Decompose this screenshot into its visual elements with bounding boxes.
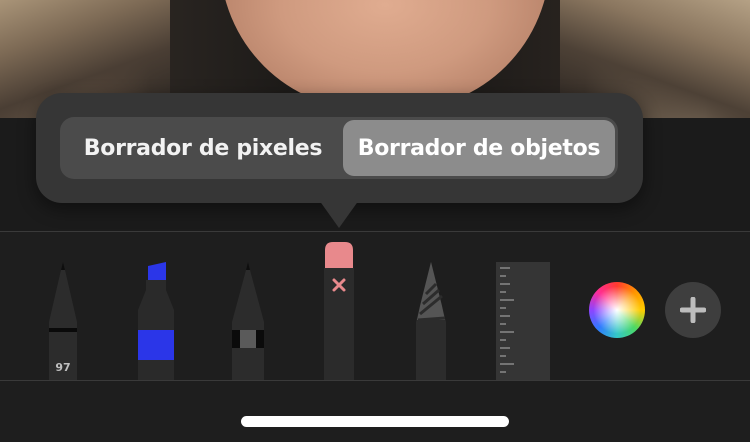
color-wheel-icon[interactable]	[589, 282, 645, 338]
eraser-icon	[324, 242, 354, 380]
object-eraser-segment[interactable]: Borrador de objetos	[343, 120, 615, 176]
popover-arrow	[319, 200, 359, 228]
add-tool-button[interactable]	[665, 282, 721, 338]
pencil-tool[interactable]	[228, 262, 268, 380]
eraser-mode-popover: Borrador de pixeles Borrador de objetos	[36, 93, 643, 203]
pen-tool[interactable]: 97	[44, 262, 82, 380]
lasso-icon	[416, 262, 446, 380]
marker-tool[interactable]	[136, 262, 176, 380]
pencil-icon	[232, 262, 264, 380]
eraser-tool[interactable]	[321, 242, 357, 380]
pixel-eraser-segment[interactable]: Borrador de pixeles	[63, 120, 343, 176]
marker-icon	[138, 262, 174, 380]
lasso-tool[interactable]	[412, 262, 450, 380]
home-indicator-area	[0, 381, 750, 442]
plus-icon	[680, 297, 706, 323]
home-indicator[interactable]	[241, 416, 509, 427]
markup-screen: Borrador de pixeles Borrador de objetos …	[0, 0, 750, 442]
pen-width-label: 97	[55, 361, 71, 374]
ruler-icon	[496, 262, 550, 380]
ruler-tool[interactable]	[496, 262, 550, 380]
eraser-mode-segmented-control: Borrador de pixeles Borrador de objetos	[60, 117, 618, 179]
